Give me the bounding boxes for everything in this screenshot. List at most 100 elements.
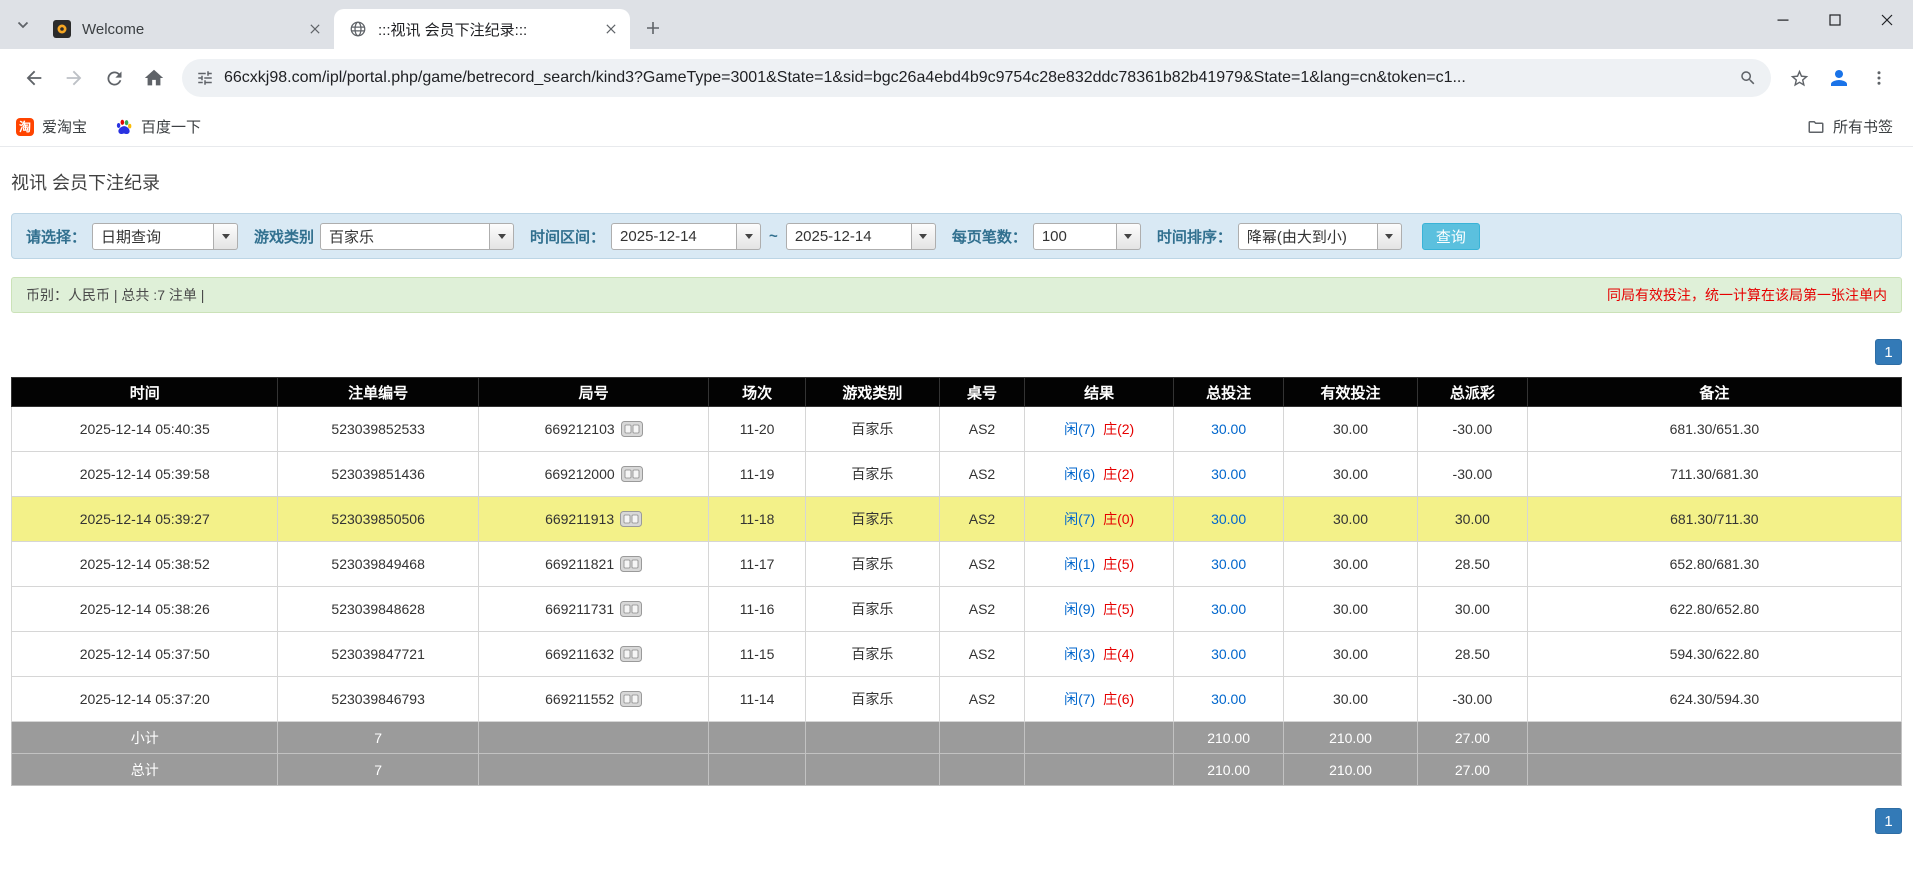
- cell-total-bet: 30.00: [1173, 451, 1284, 497]
- bookmark-baidu[interactable]: 百度一下: [115, 116, 201, 137]
- replay-icon[interactable]: [620, 601, 643, 617]
- cell-session: 11-17: [708, 541, 806, 587]
- cell-table-no: AS2: [938, 631, 1026, 677]
- table-row: 2025-12-14 05:39:58 523039851436 6692120…: [10, 451, 1903, 497]
- col-header-table: 桌号: [938, 377, 1026, 407]
- cell-remark: 594.30/622.80: [1526, 631, 1903, 677]
- subtotal-payout: 27.00: [1417, 721, 1528, 754]
- cell-round: 669211731: [477, 586, 710, 632]
- chevron-down-icon[interactable]: [1377, 222, 1402, 250]
- date-to-input[interactable]: [785, 222, 912, 250]
- chevron-down-icon[interactable]: [1116, 222, 1141, 250]
- tab-close-icon[interactable]: [306, 20, 324, 38]
- total-bet-link[interactable]: 30.00: [1211, 511, 1246, 527]
- forward-icon[interactable]: [54, 58, 94, 98]
- home-icon[interactable]: [134, 58, 174, 98]
- close-window-button[interactable]: [1861, 0, 1913, 40]
- cell-session: 11-14: [708, 676, 806, 722]
- total-bet-link[interactable]: 30.00: [1211, 466, 1246, 482]
- col-header-session: 场次: [708, 377, 806, 407]
- result-player: 闲(7): [1064, 691, 1096, 707]
- col-header-game: 游戏类别: [804, 377, 940, 407]
- subtotal-label: 小计: [10, 721, 279, 754]
- cell-result: 闲(1) 庄(5): [1023, 541, 1175, 587]
- all-bookmarks-button[interactable]: 所有书签: [1807, 116, 1893, 137]
- game-type-combobox[interactable]: [320, 222, 515, 250]
- bookmark-star-icon[interactable]: [1779, 58, 1819, 98]
- bookmark-aitaobao[interactable]: 淘 爱淘宝: [16, 116, 87, 137]
- cell-result: 闲(9) 庄(5): [1023, 586, 1175, 632]
- result-player: 闲(6): [1064, 466, 1096, 482]
- result-banker: 庄(0): [1103, 511, 1135, 527]
- subtotal-total-bet: 210.00: [1173, 721, 1284, 754]
- table-body: 2025-12-14 05:40:35 523039852533 6692121…: [10, 406, 1903, 722]
- round-number: 669211731: [545, 601, 615, 617]
- result-banker: 庄(5): [1103, 601, 1135, 617]
- sort-combobox[interactable]: [1237, 222, 1402, 250]
- total-bet-link[interactable]: 30.00: [1211, 556, 1246, 572]
- reload-icon[interactable]: [94, 58, 134, 98]
- col-header-round: 局号: [477, 377, 710, 407]
- cell-total-bet: 30.00: [1173, 406, 1284, 452]
- search-button[interactable]: 查询: [1421, 222, 1480, 250]
- total-bet-link[interactable]: 30.00: [1211, 421, 1246, 437]
- tab-search-chevron-icon[interactable]: [10, 12, 36, 38]
- date-to-picker[interactable]: [785, 222, 936, 250]
- new-tab-button[interactable]: [636, 11, 670, 45]
- cell-result: 闲(3) 庄(4): [1023, 631, 1175, 677]
- tab-bet-record[interactable]: :::视讯 会员下注纪录:::: [334, 9, 630, 49]
- maximize-button[interactable]: [1809, 0, 1861, 40]
- chevron-down-icon[interactable]: [737, 222, 762, 250]
- cell-valid-bet: 30.00: [1282, 496, 1419, 542]
- cell-game: 百家乐: [804, 676, 940, 722]
- query-type-combobox[interactable]: [92, 222, 239, 250]
- page-1-button[interactable]: 1: [1875, 808, 1902, 834]
- profile-avatar-icon[interactable]: [1819, 58, 1859, 98]
- cell-game: 百家乐: [804, 541, 940, 587]
- per-page-combobox[interactable]: [1032, 222, 1141, 250]
- page-1-button[interactable]: 1: [1875, 339, 1902, 365]
- minimize-button[interactable]: [1757, 0, 1809, 40]
- cell-payout: -30.00: [1417, 676, 1528, 722]
- tab-close-icon[interactable]: [602, 20, 620, 38]
- replay-icon[interactable]: [620, 421, 643, 437]
- replay-icon[interactable]: [620, 556, 643, 572]
- cell-round: 669212103: [477, 406, 710, 452]
- cell-time: 2025-12-14 05:37:50: [10, 631, 279, 677]
- chevron-down-icon[interactable]: [490, 222, 515, 250]
- sort-input[interactable]: [1237, 222, 1378, 250]
- menu-kebab-icon[interactable]: [1859, 58, 1899, 98]
- site-settings-icon[interactable]: [196, 69, 214, 87]
- tab-title: Welcome: [82, 20, 145, 38]
- cell-table-no: AS2: [938, 541, 1026, 587]
- total-bet-link[interactable]: 30.00: [1211, 646, 1246, 662]
- total-bet-link[interactable]: 30.00: [1211, 601, 1246, 617]
- result-banker: 庄(5): [1103, 556, 1135, 572]
- chevron-down-icon[interactable]: [214, 222, 239, 250]
- replay-icon[interactable]: [620, 466, 643, 482]
- game-type-input[interactable]: [320, 222, 491, 250]
- table-row: 2025-12-14 05:40:35 523039852533 6692121…: [10, 406, 1903, 452]
- per-page-input[interactable]: [1032, 222, 1117, 250]
- cell-bet-id: 523039848628: [277, 586, 479, 632]
- total-bet-link[interactable]: 30.00: [1211, 691, 1246, 707]
- cell-game: 百家乐: [804, 586, 940, 632]
- select-label: 请选择：: [26, 228, 87, 246]
- date-from-input[interactable]: [611, 222, 738, 250]
- zoom-icon[interactable]: [1739, 69, 1757, 87]
- folder-icon: [1807, 118, 1825, 136]
- replay-icon[interactable]: [620, 646, 643, 662]
- cell-result: 闲(7) 庄(0): [1023, 496, 1175, 542]
- round-number: 669212103: [544, 421, 615, 437]
- chevron-down-icon[interactable]: [911, 222, 936, 250]
- browser-toolbar: 66cxkj98.com/ipl/portal.php/game/betreco…: [0, 49, 1913, 107]
- replay-icon[interactable]: [620, 691, 643, 707]
- replay-icon[interactable]: [620, 511, 643, 527]
- address-bar[interactable]: 66cxkj98.com/ipl/portal.php/game/betreco…: [182, 59, 1771, 97]
- query-type-input[interactable]: [92, 222, 215, 250]
- col-header-remark: 备注: [1526, 377, 1903, 407]
- tab-welcome[interactable]: Welcome: [38, 9, 334, 49]
- back-icon[interactable]: [14, 58, 54, 98]
- date-from-picker[interactable]: [611, 222, 762, 250]
- round-number: 669211552: [545, 691, 615, 707]
